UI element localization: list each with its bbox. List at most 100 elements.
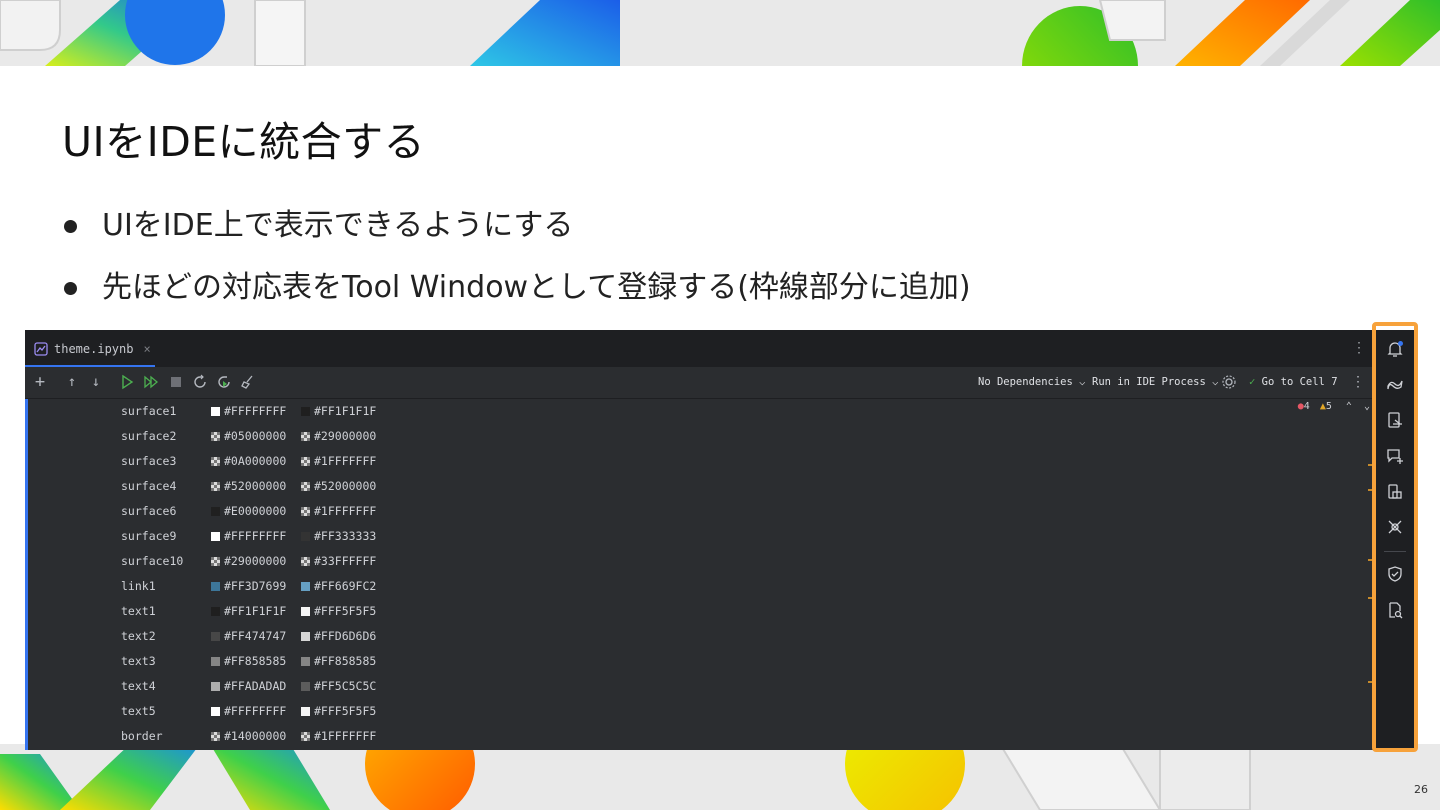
dark-value: #1FFFFFFF bbox=[314, 504, 377, 518]
light-value: #FFFFFFFF bbox=[224, 404, 287, 418]
stop-icon[interactable] bbox=[167, 373, 185, 391]
light-value: #29000000 bbox=[224, 554, 287, 568]
token-name: text4 bbox=[121, 679, 156, 693]
dark-value: #1FFFFFFF bbox=[314, 729, 377, 743]
color-swatch bbox=[211, 732, 220, 741]
color-swatch bbox=[211, 482, 220, 491]
token-name: surface9 bbox=[121, 529, 177, 543]
bullet-text: UIをIDE上で表示できるようにする bbox=[102, 208, 574, 243]
add-cell-icon[interactable]: + bbox=[31, 373, 49, 391]
next-problem-icon[interactable]: ⌄ bbox=[1364, 401, 1370, 412]
dark-value: #1FFFFFFF bbox=[314, 454, 377, 468]
table-row: text3 #FF858585 #FF858585 bbox=[121, 649, 521, 674]
settings-icon[interactable] bbox=[1220, 373, 1238, 391]
bullet-text: 先ほどの対応表をTool Windowとして登録する(枠線部分に追加) bbox=[102, 270, 971, 305]
color-swatch bbox=[301, 407, 310, 416]
light-value: #FFFFFFFF bbox=[224, 529, 287, 543]
color-swatch bbox=[211, 632, 220, 641]
light-value: #FF1F1F1F bbox=[224, 604, 287, 618]
dark-value: #FFF5F5F5 bbox=[314, 704, 377, 718]
toolbar-more-icon[interactable]: ⋮ bbox=[1349, 373, 1367, 391]
run-mode-label: Run in IDE Process bbox=[1092, 376, 1206, 388]
go-to-cell-label: Go to Cell 7 bbox=[1261, 376, 1338, 388]
notebook-toolbar: + ↑ ↓ No Dependencies ⌵ Run in IDE Proce… bbox=[25, 367, 1374, 399]
bullet-dot bbox=[64, 220, 77, 233]
color-swatch bbox=[301, 532, 310, 541]
token-name: surface10 bbox=[121, 554, 184, 568]
table-row: surface6 #E0000000 #1FFFFFFF bbox=[121, 499, 521, 524]
color-swatch bbox=[211, 507, 220, 516]
run-mode-dropdown[interactable]: Run in IDE Process ⌵ bbox=[1092, 376, 1218, 388]
color-swatch bbox=[301, 432, 310, 441]
color-swatch bbox=[301, 707, 310, 716]
tab-theme-notebook[interactable]: theme.ipynb × bbox=[25, 330, 155, 367]
dark-value: #FF858585 bbox=[314, 654, 377, 668]
slide-title: UIをIDEに統合する bbox=[62, 118, 426, 166]
page-number: 26 bbox=[1414, 783, 1428, 796]
color-swatch bbox=[301, 582, 310, 591]
token-name: surface1 bbox=[121, 404, 177, 418]
restart-run-all-icon[interactable] bbox=[215, 373, 233, 391]
light-value: #FFFFFFFF bbox=[224, 704, 287, 718]
clear-outputs-icon[interactable] bbox=[239, 373, 257, 391]
editor-gutter bbox=[28, 399, 90, 750]
light-value: #E0000000 bbox=[224, 504, 287, 518]
dark-value: #33FFFFFF bbox=[314, 554, 377, 568]
previous-problem-icon[interactable]: ⌃ bbox=[1346, 401, 1352, 412]
color-swatch bbox=[301, 657, 310, 666]
decorative-top-band bbox=[0, 0, 1440, 66]
table-row: surface3 #0A000000 #1FFFFFFF bbox=[121, 449, 521, 474]
color-swatch bbox=[301, 607, 310, 616]
chevron-down-icon: ⌵ bbox=[1079, 376, 1086, 388]
light-value: #52000000 bbox=[224, 479, 287, 493]
dependencies-dropdown[interactable]: No Dependencies ⌵ bbox=[978, 376, 1085, 388]
color-swatch bbox=[301, 632, 310, 641]
table-row: surface4 #52000000 #52000000 bbox=[121, 474, 521, 499]
dark-value: #29000000 bbox=[314, 429, 377, 443]
token-name: surface2 bbox=[121, 429, 177, 443]
token-name: border bbox=[121, 729, 163, 743]
dark-value: #FFF5F5F5 bbox=[314, 604, 377, 618]
inspection-widget[interactable]: ●4 ▲5 ⌃ ⌄ bbox=[1298, 401, 1370, 412]
decorative-shapes-top bbox=[0, 0, 1440, 66]
token-name: surface6 bbox=[121, 504, 177, 518]
tab-close-icon[interactable]: × bbox=[143, 342, 150, 356]
table-row: border #14000000 #1FFFFFFF bbox=[121, 724, 521, 749]
light-value: #FF3D7699 bbox=[224, 579, 287, 593]
token-name: text2 bbox=[121, 629, 156, 643]
move-down-icon[interactable]: ↓ bbox=[87, 373, 105, 391]
table-row: link1 #FF3D7699 #FF669FC2 bbox=[121, 574, 521, 599]
light-value: #FF858585 bbox=[224, 654, 287, 668]
warning-count: 5 bbox=[1325, 401, 1332, 412]
notebook-editor: surface1 #FFFFFFFF #FF1F1F1F surface2 #05000… bbox=[25, 399, 1374, 750]
bullet-dot bbox=[64, 282, 77, 295]
color-swatch bbox=[211, 707, 220, 716]
bullet-list: UIをIDE上で表示できるようにする 先ほどの対応表をTool Windowとし… bbox=[62, 200, 971, 324]
tab-label: theme.ipynb bbox=[54, 341, 134, 356]
dark-value: #FF1F1F1F bbox=[314, 404, 377, 418]
move-up-icon[interactable]: ↑ bbox=[63, 373, 81, 391]
ide-window: theme.ipynb × ⋮ + ↑ ↓ No Dependencies ⌵ … bbox=[25, 330, 1416, 750]
tabbar-more-icon[interactable]: ⋮ bbox=[1352, 340, 1366, 356]
dark-value: #FFD6D6D6 bbox=[314, 629, 377, 643]
token-name: surface4 bbox=[121, 479, 177, 493]
dependencies-label: No Dependencies bbox=[978, 376, 1073, 388]
token-name: text5 bbox=[121, 704, 156, 718]
dark-value: #FF5C5C5C bbox=[314, 679, 377, 693]
restart-icon[interactable] bbox=[191, 373, 209, 391]
color-swatch bbox=[301, 682, 310, 691]
color-swatch bbox=[211, 557, 220, 566]
color-swatch bbox=[211, 457, 220, 466]
color-swatch bbox=[211, 607, 220, 616]
run-all-icon[interactable] bbox=[143, 373, 161, 391]
light-value: #0A000000 bbox=[224, 454, 287, 468]
run-cell-icon[interactable] bbox=[119, 373, 137, 391]
light-value: #FF474747 bbox=[224, 629, 287, 643]
bullet-item: 先ほどの対応表をTool Windowとして登録する(枠線部分に追加) bbox=[62, 262, 971, 324]
color-swatch bbox=[211, 532, 220, 541]
table-row: text5 #FFFFFFFF #FFF5F5F5 bbox=[121, 699, 521, 724]
notebook-icon bbox=[34, 341, 48, 356]
go-to-cell-button[interactable]: ✓ Go to Cell 7 bbox=[1249, 376, 1338, 388]
light-value: #05000000 bbox=[224, 429, 287, 443]
table-row: text1 #FF1F1F1F #FFF5F5F5 bbox=[121, 599, 521, 624]
